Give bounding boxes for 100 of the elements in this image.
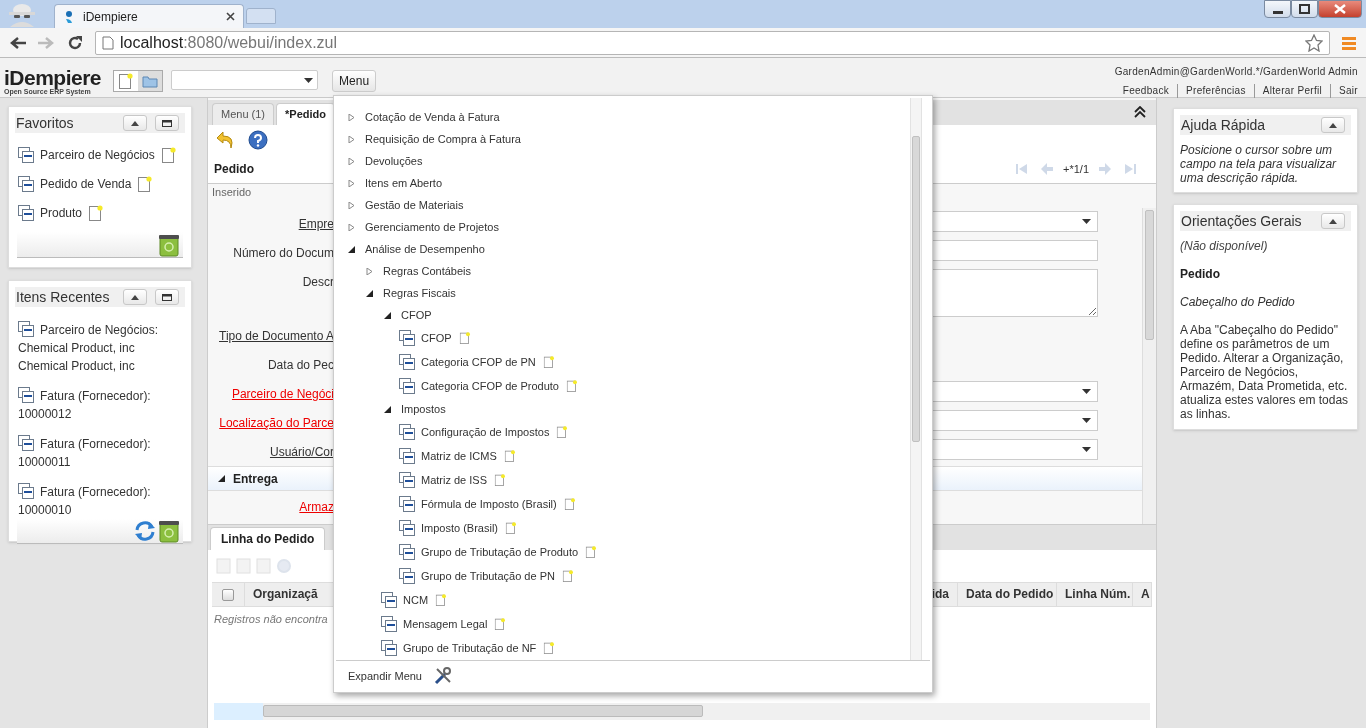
recent-item-link[interactable]: Fatura (Fornecedor): 10000011 [18, 435, 186, 471]
next-record-icon[interactable] [1099, 163, 1111, 175]
menu-tree-item[interactable]: Impostos [336, 398, 910, 420]
back-icon[interactable] [9, 35, 27, 50]
window-tab[interactable]: Menu (1) [212, 103, 275, 125]
header-link[interactable]: Feedback [1114, 84, 1178, 98]
menu-tree-item[interactable]: Categoria CFOP de Produto [336, 374, 910, 398]
menu-tree-item[interactable]: Gerenciamento de Projetos [336, 216, 910, 238]
menu-tree-item[interactable]: Imposto (Brasil) [336, 516, 910, 540]
collapse-button[interactable] [123, 289, 147, 305]
menu-tree-item[interactable]: Devoluções [336, 150, 910, 172]
vertical-scrollbar[interactable] [910, 98, 922, 660]
menu-tree-item[interactable]: Grupo de Tributação de Produto [336, 540, 910, 564]
note-icon[interactable] [564, 498, 575, 510]
close-button[interactable] [1318, 0, 1362, 18]
note-icon[interactable] [543, 356, 554, 368]
note-icon[interactable] [566, 380, 578, 392]
menu-icon[interactable] [1342, 35, 1356, 50]
favorite-link[interactable]: Produto [40, 204, 83, 222]
menu-tree-item[interactable]: NCM [336, 588, 910, 612]
field-link[interactable]: Usuário/Cor [208, 443, 334, 461]
column-header[interactable]: Data do Pedido [958, 583, 1057, 606]
browser-tab[interactable]: iDempiere [54, 4, 244, 28]
note-icon[interactable] [435, 594, 447, 606]
collapse-button[interactable] [1321, 117, 1345, 133]
menu-tree-item[interactable]: Fórmula de Imposto (Brasil) [336, 492, 910, 516]
menu-tree-item[interactable]: Regras Fiscais [336, 282, 910, 304]
new-tab-button[interactable] [246, 8, 276, 24]
collapse-button[interactable] [123, 115, 147, 131]
note-icon[interactable] [161, 147, 176, 163]
menu-tree-item[interactable]: Matriz de ICMS [336, 444, 910, 468]
note-icon[interactable] [505, 522, 517, 534]
menu-tree-item[interactable]: Matriz de ISS [336, 468, 910, 492]
recent-item-link[interactable]: Fatura (Fornecedor): 10000012 [18, 387, 186, 423]
detail-tab[interactable]: Linha do Pedido [210, 527, 326, 550]
note-icon[interactable] [585, 546, 597, 558]
recent-item-link[interactable]: Parceiro de Negócios: Chemical Product, inc Chemical Product, inc [18, 321, 186, 375]
reload-icon[interactable] [67, 34, 83, 51]
minimize-button[interactable] [1264, 0, 1291, 18]
menu-button[interactable]: Menu [332, 70, 377, 92]
menu-tree-item[interactable]: CFOP [336, 326, 910, 350]
field-link[interactable]: Empre [208, 215, 334, 233]
vertical-scrollbar[interactable] [1142, 208, 1156, 524]
field-link[interactable]: Parceiro de Negóci [208, 385, 334, 403]
refresh-icon[interactable] [134, 520, 156, 542]
collapse-button[interactable] [1321, 213, 1345, 229]
menu-tree-item[interactable]: Configuração de Impostos [336, 420, 910, 444]
favorite-link[interactable]: Parceiro de Negócios [40, 146, 155, 164]
undo-icon[interactable] [216, 130, 236, 150]
note-icon[interactable] [557, 426, 568, 438]
recycle-bin-icon[interactable] [157, 519, 181, 543]
note-icon[interactable] [494, 474, 506, 486]
expand-menu-link[interactable]: Expandir Menu [348, 667, 422, 685]
column-header[interactable]: A [1133, 583, 1152, 606]
maximize-button[interactable] [155, 289, 179, 305]
menu-tree-item[interactable]: Grupo de Tributação de NF [336, 636, 910, 660]
menu-tree-item[interactable]: Gestão de Materiais [336, 194, 910, 216]
note-icon[interactable] [495, 618, 506, 630]
star-icon[interactable] [1305, 33, 1323, 52]
address-bar[interactable]: localhost:8080/webui/index.zul [95, 30, 1330, 55]
note-icon[interactable] [544, 642, 555, 654]
recycle-bin-icon[interactable] [157, 232, 181, 257]
menu-tree-item[interactable]: CFOP [336, 304, 910, 326]
note-icon[interactable] [119, 73, 134, 89]
menu-tree-item[interactable]: Categoria CFOP de PN [336, 350, 910, 374]
forward-icon[interactable] [37, 35, 55, 50]
field-link[interactable]: Localização do Parce [208, 414, 334, 432]
note-icon[interactable] [459, 332, 470, 344]
header-link[interactable]: Alterar Perfil [1253, 84, 1330, 98]
note-icon[interactable] [562, 570, 574, 582]
field-link[interactable]: Armaz [208, 498, 334, 516]
header-link[interactable]: Sair [1330, 84, 1366, 98]
recent-item-link[interactable]: Fatura (Fornecedor): 10000010 [18, 483, 186, 519]
maximize-button[interactable] [1291, 0, 1318, 18]
horizontal-scrollbar-thumb[interactable] [263, 705, 703, 717]
close-icon[interactable] [226, 12, 235, 21]
menu-tree-item[interactable]: Mensagem Legal [336, 612, 910, 636]
window-tab[interactable]: *Pedido [276, 103, 335, 125]
previous-record-icon[interactable] [1041, 163, 1053, 175]
header-link[interactable]: Preferências [1177, 84, 1254, 98]
maximize-button[interactable] [155, 115, 179, 131]
collapse-icon[interactable] [1134, 106, 1146, 118]
menu-tree-item[interactable]: Itens em Aberto [336, 172, 910, 194]
menu-tree-item[interactable]: Análise de Desempenho [336, 238, 910, 260]
gear-icon[interactable] [276, 558, 292, 574]
note-icon[interactable] [89, 205, 104, 221]
menu-tree-item[interactable]: Regras Contábeis [336, 260, 910, 282]
favorite-link[interactable]: Pedido de Venda [40, 175, 132, 193]
help-icon[interactable] [248, 130, 268, 150]
select-all-checkbox[interactable] [222, 588, 234, 601]
note-icon[interactable] [138, 176, 153, 192]
search-combobox[interactable] [171, 70, 319, 90]
first-record-icon[interactable] [1016, 163, 1028, 175]
field-link[interactable]: Tipo de Documento A [208, 327, 334, 345]
menu-tree-item[interactable]: Cotação de Venda à Fatura [336, 106, 910, 128]
new-record-button[interactable] [114, 71, 139, 91]
column-header[interactable]: Linha Núm. [1057, 583, 1133, 606]
tools-icon[interactable] [434, 667, 452, 685]
last-record-icon[interactable] [1124, 163, 1136, 175]
menu-tree-item[interactable]: Grupo de Tributação de PN [336, 564, 910, 588]
